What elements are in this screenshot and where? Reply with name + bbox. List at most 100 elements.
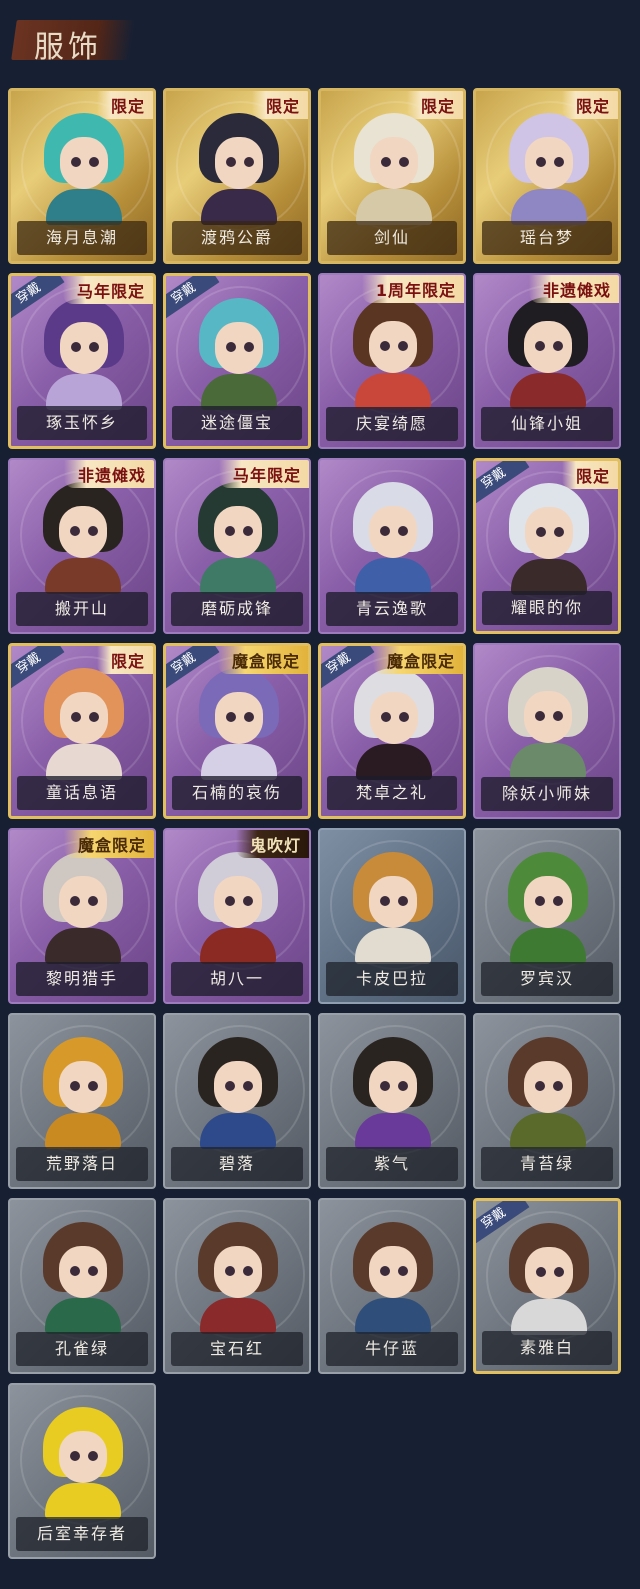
portrait-eye xyxy=(554,527,564,537)
limited-tag: 非遗傩戏 xyxy=(528,275,619,303)
portrait-face xyxy=(524,1061,572,1113)
costume-card[interactable]: 马年限定 穿戴 琢玉怀乡 xyxy=(8,273,156,449)
limited-tag: 1周年限定 xyxy=(361,275,464,303)
costume-card[interactable]: 非遗傩戏仙锋小姐 xyxy=(473,273,621,449)
portrait-eye xyxy=(399,157,409,167)
costume-name: 宝石红 xyxy=(171,1332,303,1366)
costume-card[interactable]: 非遗傩戏 搬开山 xyxy=(8,458,156,634)
costume-name: 青云逸歌 xyxy=(326,592,458,626)
costume-card[interactable]: 限定 瑶台梦 xyxy=(473,88,621,264)
character-portrait xyxy=(502,1037,594,1149)
portrait-eye xyxy=(399,712,409,722)
costume-card[interactable]: 1周年限定 庆宴绮愿 xyxy=(318,273,466,449)
portrait-eye xyxy=(71,157,81,167)
limited-tag: 魔盒限定 xyxy=(63,830,154,858)
portrait-face xyxy=(525,507,573,559)
character-portrait xyxy=(503,483,595,595)
portrait-eye xyxy=(398,896,408,906)
portrait-outfit xyxy=(200,928,276,964)
character-portrait xyxy=(38,668,130,780)
portrait-eye xyxy=(243,526,253,536)
character-portrait xyxy=(503,113,595,225)
portrait-outfit xyxy=(355,558,431,594)
portrait-eye xyxy=(225,1081,235,1091)
limited-tag: 鬼吹灯 xyxy=(235,830,309,858)
costume-card[interactable]: 青苔绿 xyxy=(473,1013,621,1189)
portrait-outfit xyxy=(510,928,586,964)
costume-card[interactable]: 牛仔蓝 xyxy=(318,1198,466,1374)
portrait-eye xyxy=(225,1266,235,1276)
portrait-eye xyxy=(243,1081,253,1091)
portrait-outfit xyxy=(355,373,431,409)
costume-card[interactable]: 穿戴 素雅白 xyxy=(473,1198,621,1374)
portrait-outfit xyxy=(356,744,432,780)
costume-card[interactable]: 限定 穿戴 耀眼的你 xyxy=(473,458,621,634)
costume-name: 青苔绿 xyxy=(481,1147,613,1181)
portrait-eye xyxy=(380,1266,390,1276)
costume-name: 剑仙 xyxy=(327,221,457,255)
costume-card[interactable]: 紫气 xyxy=(318,1013,466,1189)
costume-card[interactable]: 碧落 xyxy=(163,1013,311,1189)
costume-card[interactable]: 青云逸歌 xyxy=(318,458,466,634)
portrait-eye xyxy=(89,712,99,722)
costume-card[interactable]: 魔盒限定 黎明猎手 xyxy=(8,828,156,1004)
costume-card[interactable]: 限定 穿戴 童话息语 xyxy=(8,643,156,819)
character-portrait xyxy=(502,667,594,779)
portrait-eye xyxy=(243,896,253,906)
costume-card[interactable]: 限定 剑仙 xyxy=(318,88,466,264)
limited-tag: 限定 xyxy=(561,91,618,119)
portrait-eye xyxy=(225,896,235,906)
portrait-eye xyxy=(226,342,236,352)
portrait-face xyxy=(215,692,263,744)
character-portrait xyxy=(347,1037,439,1149)
limited-tag: 限定 xyxy=(96,91,153,119)
costume-name: 海月息潮 xyxy=(17,221,147,255)
costume-card[interactable]: 除妖小师妹 xyxy=(473,643,621,819)
portrait-eye xyxy=(88,1451,98,1461)
costume-name: 孔雀绿 xyxy=(16,1332,148,1366)
character-portrait xyxy=(347,1222,439,1334)
costume-card[interactable]: 魔盒限定 穿戴 石楠的哀伤 xyxy=(163,643,311,819)
limited-tag: 限定 xyxy=(561,461,618,489)
portrait-face xyxy=(370,692,418,744)
portrait-eye xyxy=(536,1267,546,1277)
costume-card[interactable]: 罗宾汉 xyxy=(473,828,621,1004)
portrait-eye xyxy=(380,526,390,536)
portrait-face xyxy=(370,137,418,189)
character-portrait xyxy=(347,482,439,594)
portrait-eye xyxy=(535,341,545,351)
costume-card[interactable]: 荒野落日 xyxy=(8,1013,156,1189)
portrait-eye xyxy=(70,1266,80,1276)
costume-card[interactable]: 鬼吹灯 胡八一 xyxy=(163,828,311,1004)
limited-tag: 魔盒限定 xyxy=(217,646,308,674)
costume-card[interactable]: 限定 渡鸦公爵 xyxy=(163,88,311,264)
costume-name: 仙锋小姐 xyxy=(481,407,613,441)
character-portrait xyxy=(37,482,129,594)
portrait-eye xyxy=(553,896,563,906)
portrait-face xyxy=(369,1061,417,1113)
costume-card[interactable]: 后室幸存者 xyxy=(8,1383,156,1559)
costume-name: 素雅白 xyxy=(482,1331,612,1365)
costume-card[interactable]: 马年限定 磨砺成锋 xyxy=(163,458,311,634)
character-portrait xyxy=(37,1222,129,1334)
character-portrait xyxy=(38,113,130,225)
portrait-outfit xyxy=(45,1113,121,1149)
costume-card[interactable]: 卡皮巴拉 xyxy=(318,828,466,1004)
costume-name: 搬开山 xyxy=(16,592,148,626)
character-portrait xyxy=(192,482,284,594)
limited-tag: 马年限定 xyxy=(218,460,309,488)
portrait-eye xyxy=(536,527,546,537)
character-portrait xyxy=(37,1407,129,1519)
portrait-eye xyxy=(398,1081,408,1091)
portrait-face xyxy=(369,1246,417,1298)
costume-card[interactable]: 限定海月息潮 xyxy=(8,88,156,264)
character-portrait xyxy=(348,668,440,780)
portrait-eye xyxy=(380,1081,390,1091)
costume-card[interactable]: 穿戴 迷途僵宝 xyxy=(163,273,311,449)
portrait-eye xyxy=(398,341,408,351)
costume-card[interactable]: 魔盒限定 穿戴 梵卓之礼 xyxy=(318,643,466,819)
costume-name: 罗宾汉 xyxy=(481,962,613,996)
costume-card[interactable]: 宝石红 xyxy=(163,1198,311,1374)
costume-name: 牛仔蓝 xyxy=(326,1332,458,1366)
costume-card[interactable]: 孔雀绿 xyxy=(8,1198,156,1374)
